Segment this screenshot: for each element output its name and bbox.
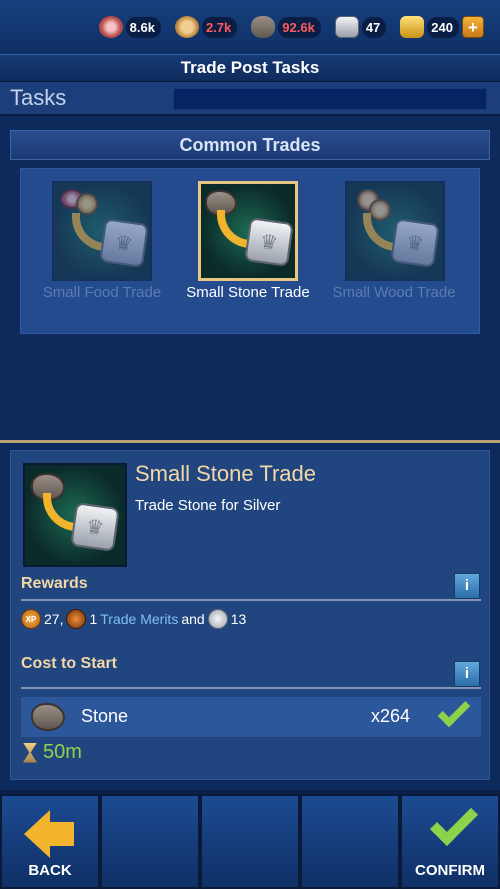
trade-label-food: Small Food Trade (42, 284, 162, 301)
back-arrow-shaft (48, 822, 74, 846)
trade-detail-icon: ♛ (23, 463, 127, 567)
checkmark-icon (437, 694, 471, 728)
page-title: Trade Post Tasks (0, 54, 500, 82)
and-text: and (181, 611, 205, 627)
back-arrow-icon (24, 810, 50, 858)
confirm-label: CONFIRM (415, 862, 485, 879)
trade-title: Small Stone Trade (135, 461, 316, 486)
empty-slot-3 (300, 794, 400, 889)
trade-card-stone[interactable]: ♛ (198, 181, 298, 281)
silver-icon: ♛ (390, 218, 440, 268)
resource-bar: 8.6k 2.7k 92.6k 47 240 + (0, 0, 500, 54)
section-divider (0, 440, 500, 443)
rewards-info-button[interactable]: i (454, 573, 480, 599)
trade-label-wood: Small Wood Trade (332, 284, 456, 301)
silver-icon: ♛ (244, 217, 294, 267)
silver-icon: ♛ (99, 218, 149, 268)
silver-icon: ♛ (70, 502, 120, 552)
silver-value: 47 (361, 16, 387, 38)
cost-row-stone: Stone x264 (21, 694, 481, 737)
stone-value: 92.6k (278, 16, 321, 38)
cost-name: Stone (81, 706, 129, 726)
food-value: 8.6k (125, 16, 161, 38)
wheat-icon (76, 193, 98, 215)
silver-reward-value: 13 (230, 611, 247, 627)
resource-silver[interactable]: 47 (331, 12, 390, 42)
gold-icon (400, 16, 425, 38)
tasks-row: Tasks (0, 82, 500, 116)
resource-gold[interactable]: 240 + (396, 12, 488, 42)
silver-icon (207, 609, 228, 629)
rewards-heading: Rewards (21, 575, 88, 592)
xp-icon: XP (21, 609, 41, 629)
xp-value: 27, (44, 611, 64, 627)
merits-value: 1 (89, 611, 98, 627)
cost-info-button[interactable]: i (454, 661, 480, 687)
resource-food[interactable]: 8.6k (95, 12, 165, 42)
tasks-label: Tasks (10, 85, 67, 110)
food-icon (98, 16, 123, 38)
back-label: BACK (28, 862, 72, 879)
cost-heading: Cost to Start (21, 655, 117, 672)
trade-label-stone: Small Stone Trade (186, 284, 310, 301)
trade-description: Trade Stone for Silver (135, 497, 281, 514)
gold-value: 240 (427, 16, 459, 38)
back-button[interactable]: BACK (0, 794, 100, 889)
cost-quantity: x264 (371, 706, 411, 726)
duration-value: 50m (43, 741, 82, 763)
empty-slot-2 (200, 794, 300, 889)
rewards-line: XP 27, 1 Trade Merits and 13 (21, 609, 246, 629)
common-trades-heading: Common Trades (10, 130, 490, 160)
add-gold-button[interactable]: + (462, 16, 484, 38)
confirm-button[interactable]: CONFIRM (400, 794, 500, 889)
rewards-underline (21, 599, 481, 601)
resource-stone[interactable]: 92.6k (247, 12, 325, 42)
empty-slot-1 (100, 794, 200, 889)
trade-card-food[interactable]: ♛ (52, 181, 152, 281)
trade-card-wood[interactable]: ♛ (345, 181, 445, 281)
hourglass-icon (23, 742, 37, 763)
confirm-check-icon (429, 797, 479, 847)
tasks-progress-bar (173, 88, 487, 110)
wood-value: 2.7k (201, 16, 238, 38)
trades-panel: ♛ Small Food Trade ♛ Small Stone Trade ♛… (20, 168, 480, 334)
stone-icon (31, 703, 65, 731)
resource-wood[interactable]: 2.7k (171, 12, 241, 42)
silver-icon (334, 16, 359, 38)
bottom-bar: BACK CONFIRM (0, 790, 500, 889)
stone-icon (251, 16, 276, 38)
wood-icon (174, 16, 199, 38)
trade-detail-panel: ♛ Small Stone Trade Trade Stone for Silv… (10, 450, 490, 780)
merits-name: Trade Merits (100, 611, 179, 627)
trade-merit-icon (66, 609, 87, 629)
cost-underline (21, 687, 481, 689)
duration: 50m (23, 741, 82, 764)
